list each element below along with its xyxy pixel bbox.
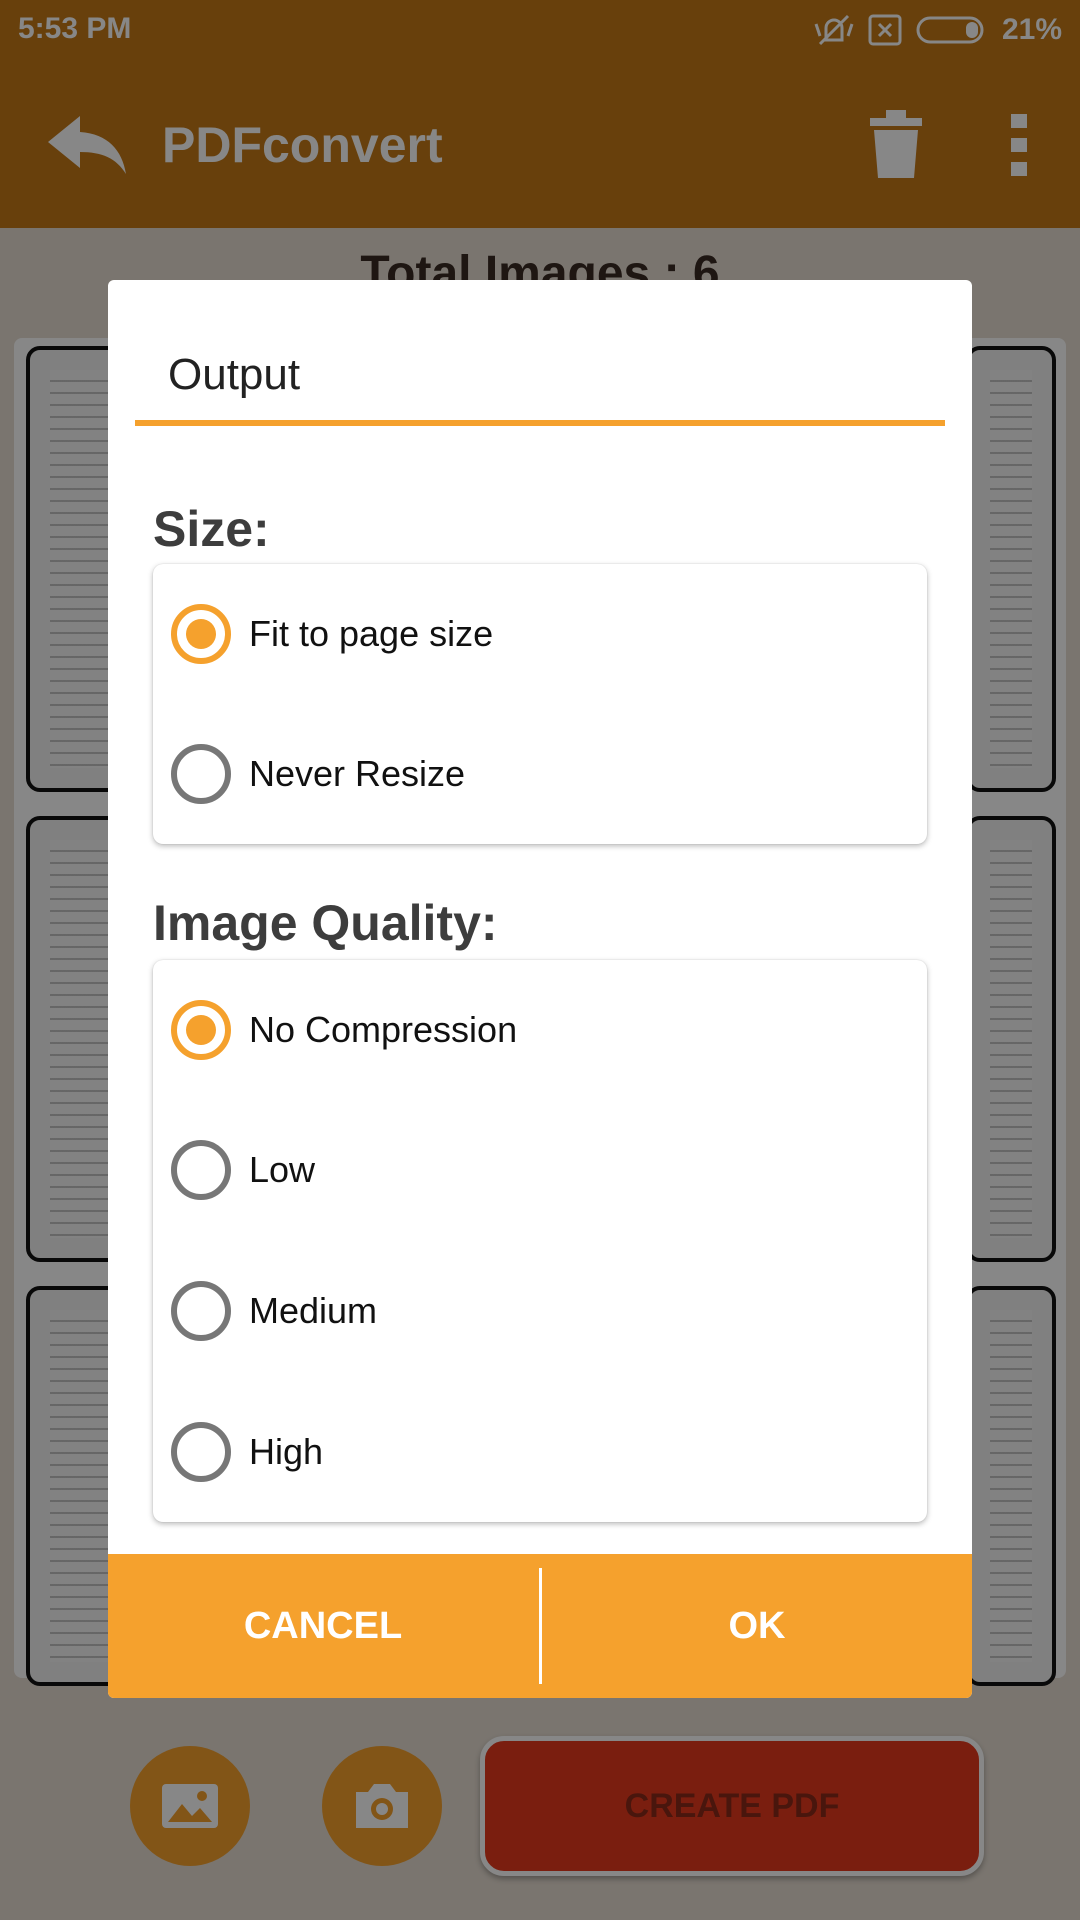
size-options-card: Fit to page size Never Resize (153, 564, 927, 844)
dialog-button-bar: CANCEL OK (108, 1554, 972, 1698)
radio-label: Low (249, 1149, 316, 1190)
image-quality-section-label: Image Quality: (153, 895, 498, 951)
radio-button-unchecked[interactable] (171, 1281, 231, 1341)
dialog-title: Output (168, 350, 301, 399)
quality-options-card: No Compression Low Medium High (153, 960, 927, 1522)
radio-button-checked[interactable] (171, 604, 231, 664)
size-option-fit-to-page[interactable]: Fit to page size (153, 564, 927, 704)
radio-button-unchecked[interactable] (171, 1140, 231, 1200)
cancel-button[interactable]: CANCEL (108, 1554, 538, 1698)
size-option-never-resize[interactable]: Never Resize (153, 704, 927, 844)
output-dialog: Output Size: Fit to page size Never Resi… (108, 280, 972, 1698)
radio-button-unchecked[interactable] (171, 1422, 231, 1482)
quality-option-low[interactable]: Low (153, 1100, 927, 1240)
radio-label: Medium (249, 1290, 378, 1331)
radio-label: Never Resize (249, 753, 466, 794)
ok-button[interactable]: OK (542, 1554, 972, 1698)
quality-option-medium[interactable]: Medium (153, 1241, 927, 1381)
size-section-label: Size: (153, 501, 270, 557)
radio-button-unchecked[interactable] (171, 744, 231, 804)
radio-label: Fit to page size (249, 613, 494, 654)
quality-option-no-compression[interactable]: No Compression (153, 960, 927, 1100)
quality-option-high[interactable]: High (153, 1382, 927, 1522)
title-divider (135, 420, 945, 426)
radio-label: High (249, 1431, 324, 1472)
radio-label: No Compression (249, 1009, 518, 1050)
radio-button-checked[interactable] (171, 1000, 231, 1060)
